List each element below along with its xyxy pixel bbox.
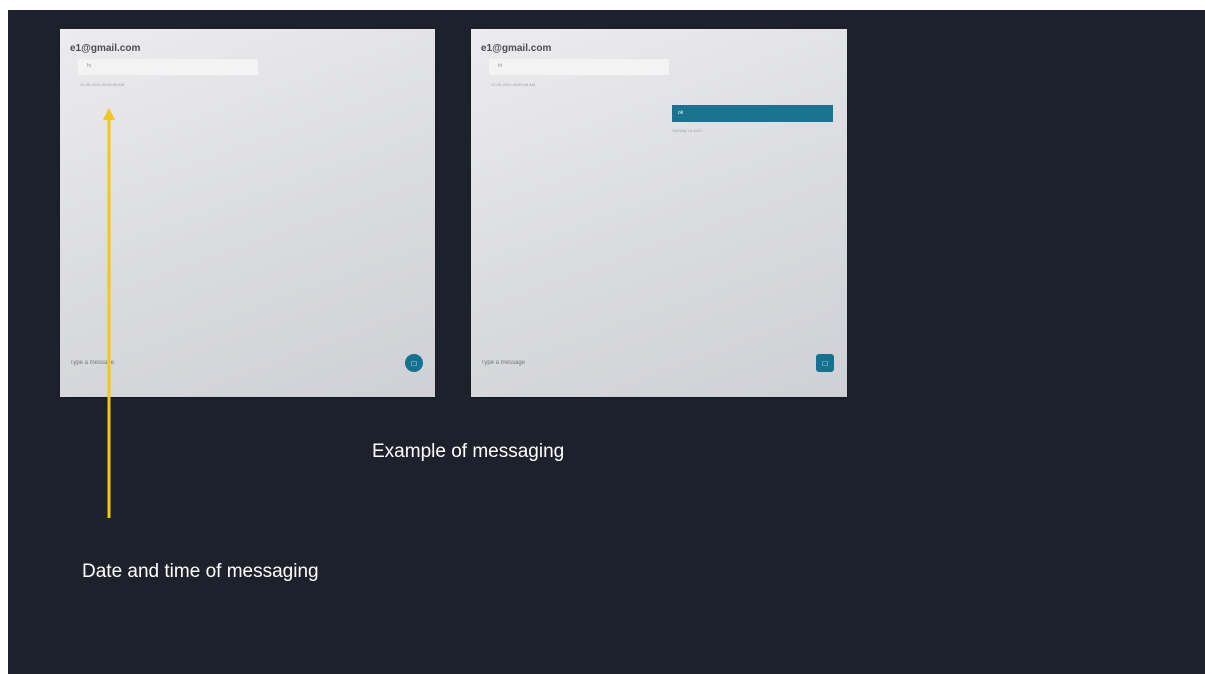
annotation-arrow-icon — [103, 108, 115, 518]
outgoing-message-bubble: ok — [672, 105, 833, 122]
incoming-message-text: hi — [87, 63, 91, 69]
incoming-message-text: hi — [498, 63, 502, 69]
message-input[interactable] — [70, 357, 210, 369]
incoming-message-timestamp: 12-05-2021 09:53:26 AM — [491, 82, 536, 87]
example-caption: Example of messaging — [372, 441, 565, 462]
incoming-message-timestamp: 12-05-2021 09:53:26 AM — [80, 82, 125, 87]
send-icon: □ — [411, 358, 417, 368]
chat-panel-right: e1@gmail.com hi 12-05-2021 09:53:26 AM o… — [471, 29, 847, 397]
incoming-message-bubble: hi — [489, 59, 669, 75]
chat-title: e1@gmail.com — [481, 43, 552, 54]
outgoing-message-timestamp: Sat May 15 2021 — [672, 128, 703, 133]
date-caption: Date and time of messaging — [82, 561, 319, 582]
slide: e1@gmail.com hi 12-05-2021 09:53:26 AM □… — [8, 10, 1205, 674]
chat-title: e1@gmail.com — [70, 43, 141, 54]
send-icon: □ — [822, 358, 828, 368]
outgoing-message-text: ok — [678, 110, 684, 116]
send-button[interactable]: □ — [816, 354, 834, 372]
send-button[interactable]: □ — [405, 354, 423, 372]
incoming-message-bubble: hi — [78, 59, 258, 75]
chat-panel-left: e1@gmail.com hi 12-05-2021 09:53:26 AM □ — [60, 29, 435, 397]
message-input[interactable] — [481, 357, 621, 369]
